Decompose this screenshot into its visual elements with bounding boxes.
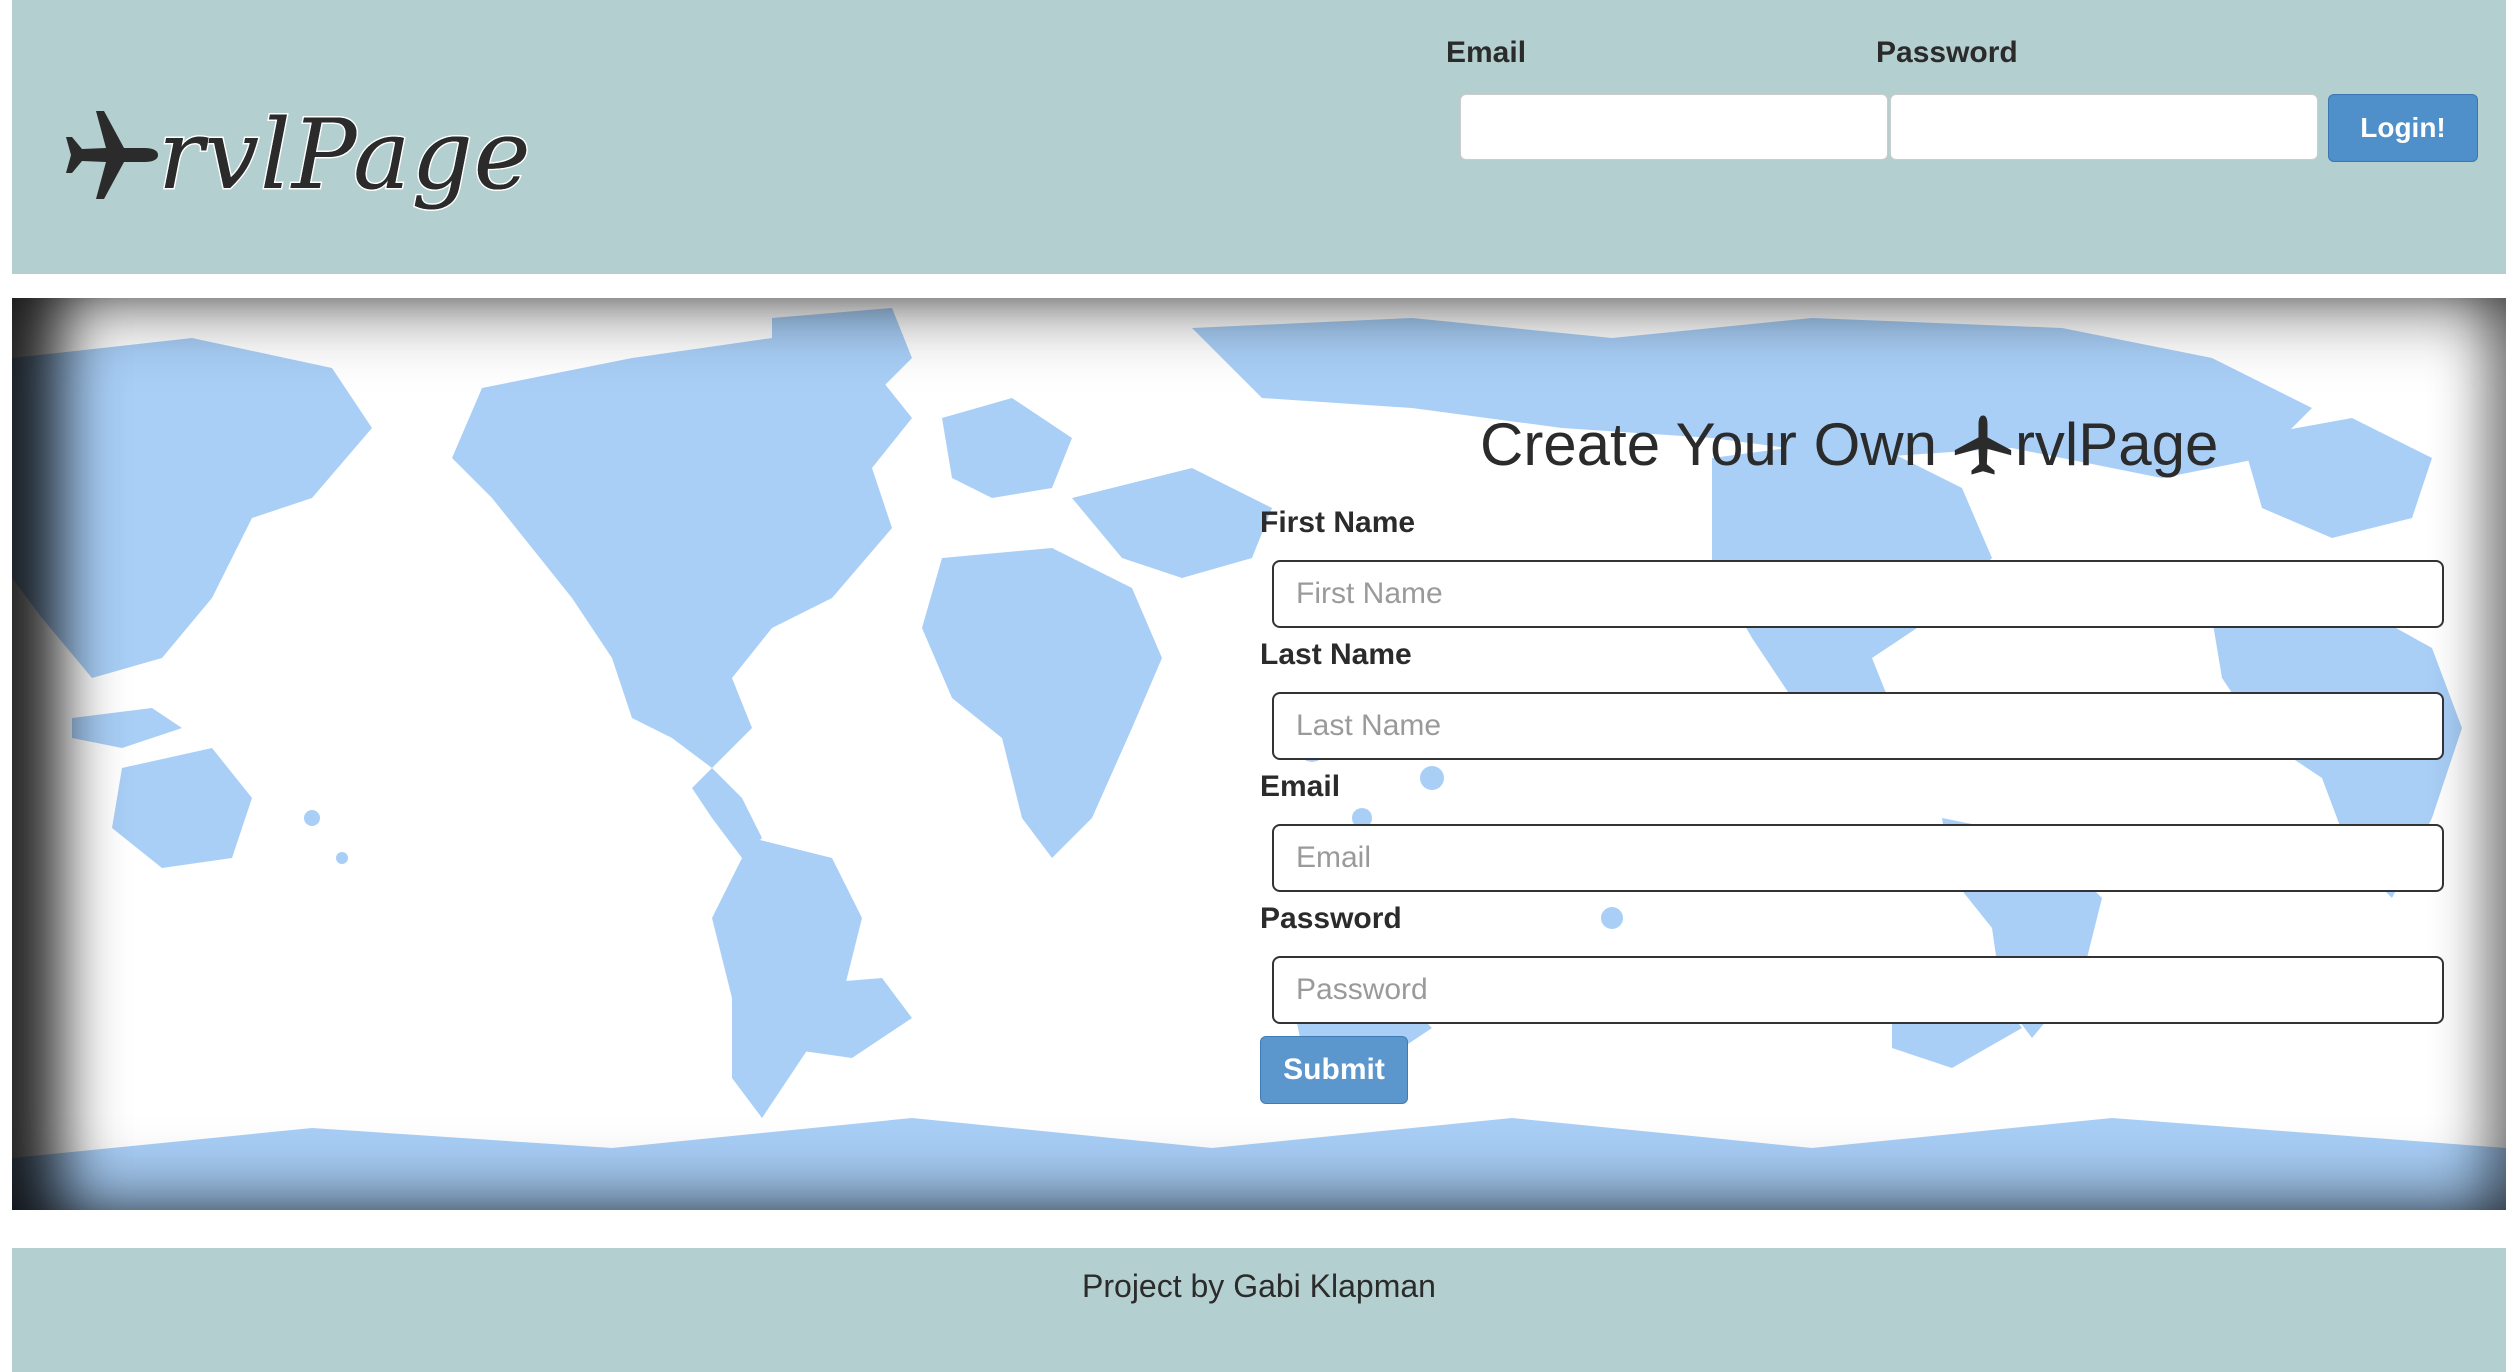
first-name-label: First Name bbox=[1260, 506, 1416, 539]
first-name-input[interactable] bbox=[1272, 560, 2444, 628]
login-email-input[interactable] bbox=[1460, 94, 1888, 160]
signup-title-suffix: rvlPage bbox=[2014, 411, 2219, 478]
signup-title: Create Your Own rvlPage bbox=[1480, 410, 2218, 479]
footer-credit: Project by Gabi Klapman bbox=[1082, 1268, 1436, 1304]
login-password-label: Password bbox=[1876, 36, 2018, 69]
last-name-label: Last Name bbox=[1260, 638, 1412, 671]
airplane-icon bbox=[66, 111, 158, 199]
submit-button[interactable]: Submit bbox=[1260, 1036, 1408, 1104]
signup-title-prefix: Create Your Own bbox=[1480, 411, 1937, 478]
login-password-input[interactable] bbox=[1890, 94, 2318, 160]
site-logo[interactable]: rvlPage bbox=[62, 70, 532, 240]
site-header: rvlPage Email Password Login! bbox=[12, 0, 2506, 274]
hero-section: Create Your Own rvlPage First Name Last … bbox=[12, 298, 2506, 1210]
login-email-label: Email bbox=[1446, 36, 1527, 69]
login-button[interactable]: Login! bbox=[2328, 94, 2478, 162]
logo-text: rvlPage bbox=[157, 98, 533, 213]
email-input[interactable] bbox=[1272, 824, 2444, 892]
password-input[interactable] bbox=[1272, 956, 2444, 1024]
site-footer: Project by Gabi Klapman bbox=[12, 1248, 2506, 1372]
last-name-input[interactable] bbox=[1272, 692, 2444, 760]
email-label: Email bbox=[1260, 770, 1341, 803]
password-label: Password bbox=[1260, 902, 1402, 935]
airplane-icon bbox=[1954, 415, 2012, 474]
